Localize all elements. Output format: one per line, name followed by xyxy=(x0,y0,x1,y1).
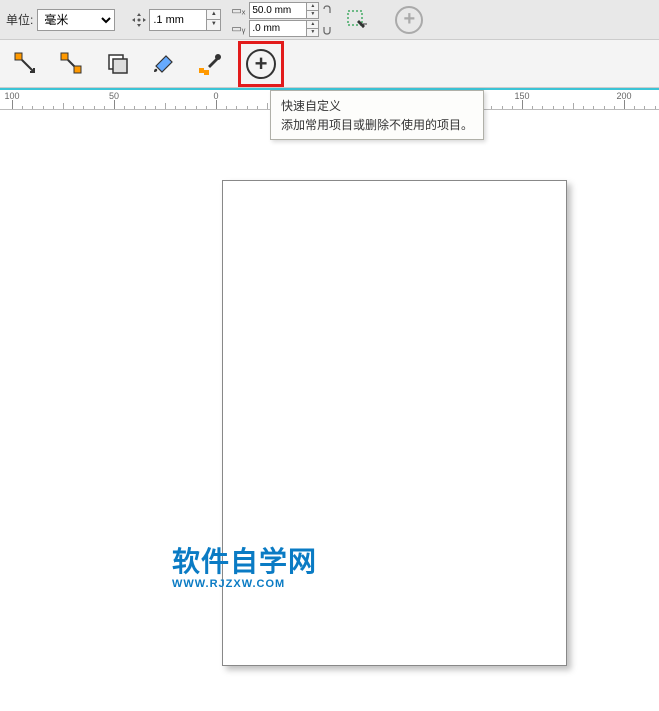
quick-customize-plus-top[interactable]: + xyxy=(395,6,423,34)
treat-as-filled-button[interactable] xyxy=(343,6,371,34)
dup-y-icon: ▭ᵧ xyxy=(231,22,249,35)
dup-x-spinner[interactable]: ▲▼ xyxy=(307,2,319,19)
highlighted-button: + xyxy=(238,41,284,87)
duplicate-distance-group: ▭ₓ ▲▼ ▭ᵧ ▲▼ xyxy=(231,2,319,38)
plus-icon: + xyxy=(246,49,276,79)
tooltip: 快速自定义 添加常用项目或删除不使用的项目。 xyxy=(270,90,484,140)
nudge-icon xyxy=(129,10,149,30)
toolbar-secondary: + xyxy=(0,40,659,88)
outline-tool[interactable] xyxy=(100,46,136,82)
unit-select[interactable]: 毫米 xyxy=(37,9,115,31)
lock-icon[interactable] xyxy=(321,3,333,37)
page-rect xyxy=(222,180,567,666)
snap-tool-2[interactable] xyxy=(54,46,90,82)
nudge-spinner[interactable]: ▲▼ xyxy=(207,9,221,31)
canvas[interactable]: 软件自学网 WWW.RJZXW.COM xyxy=(0,110,659,711)
dup-y-input[interactable] xyxy=(249,20,307,37)
dup-x-icon: ▭ₓ xyxy=(231,4,249,17)
fill-tool[interactable] xyxy=(146,46,182,82)
nudge-input[interactable] xyxy=(149,9,207,31)
snap-tool-1[interactable] xyxy=(8,46,44,82)
dup-y-spinner[interactable]: ▲▼ xyxy=(307,20,319,37)
tooltip-title: 快速自定义 xyxy=(281,97,473,114)
property-bar: 单位: 毫米 ▲▼ ▭ₓ ▲▼ ▭ᵧ ▲▼ + xyxy=(0,0,659,40)
quick-customize-button[interactable]: + xyxy=(243,46,279,82)
eyedropper-tool[interactable] xyxy=(192,46,228,82)
tooltip-desc: 添加常用项目或删除不使用的项目。 xyxy=(281,116,473,133)
dup-x-input[interactable] xyxy=(249,2,307,19)
unit-label: 单位: xyxy=(6,11,33,28)
